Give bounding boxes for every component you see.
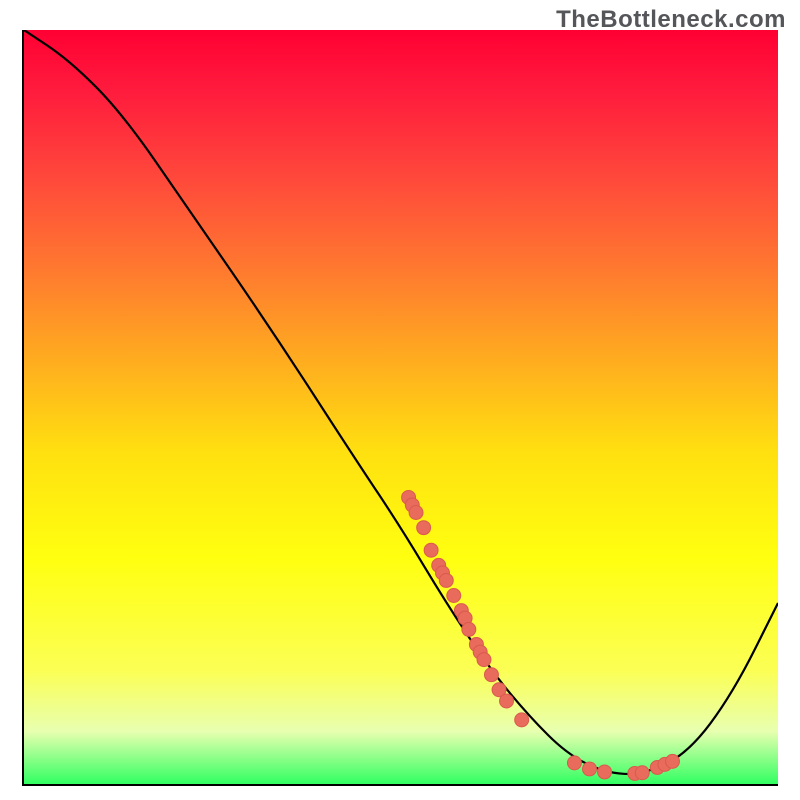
bottleneck-curve [24, 30, 778, 774]
data-point [500, 694, 514, 708]
data-point [635, 766, 649, 780]
data-point [583, 762, 597, 776]
data-point [567, 756, 581, 770]
scatter-dots [402, 490, 680, 780]
data-point [424, 543, 438, 557]
data-point [462, 622, 476, 636]
chart-area [22, 30, 778, 786]
data-point [484, 668, 498, 682]
data-point [477, 653, 491, 667]
data-point [417, 521, 431, 535]
data-point [515, 713, 529, 727]
data-point [409, 506, 423, 520]
data-point [598, 765, 612, 779]
data-point [447, 589, 461, 603]
data-point [439, 573, 453, 587]
data-point [665, 754, 679, 768]
watermark-text: TheBottleneck.com [556, 6, 786, 34]
chart-svg [24, 30, 778, 784]
